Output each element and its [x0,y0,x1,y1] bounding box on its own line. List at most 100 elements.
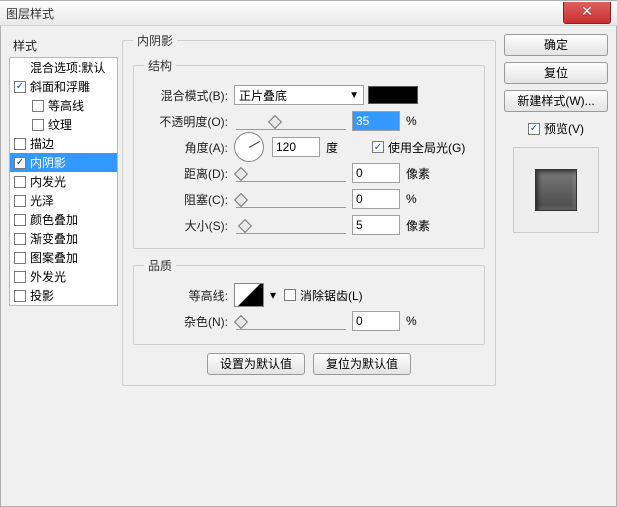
quality-group: 品质 等高线: ▾ 消除锯齿(L) 杂色(N): 0 % [133,257,485,345]
sidebar-item-label: 等高线 [48,97,84,114]
sidebar-item-8[interactable]: 颜色叠加 [10,210,117,229]
ok-button[interactable]: 确定 [504,34,608,56]
choke-label: 阻塞(C): [144,191,234,208]
sidebar-item-1[interactable]: ✓ 斜面和浮雕 [10,77,117,96]
distance-unit: 像素 [406,165,446,182]
opacity-input[interactable]: 35 [352,111,400,131]
checkbox-icon[interactable] [14,233,26,245]
slider-thumb[interactable] [234,315,248,329]
sidebar-item-10[interactable]: 图案叠加 [10,248,117,267]
checkbox-icon[interactable] [14,290,26,302]
choke-slider[interactable] [236,190,346,208]
noise-input[interactable]: 0 [352,311,400,331]
opacity-unit: % [406,114,446,128]
inner-shadow-panel: 内阴影 结构 混合模式(B): 正片叠底 ▼ 不透明度(O): 35 % [122,32,496,386]
sidebar-item-0[interactable]: 混合选项:默认 [10,58,117,77]
sidebar-item-3[interactable]: 纹理 [10,115,117,134]
checkbox-icon[interactable] [14,195,26,207]
sidebar-item-label: 混合选项:默认 [30,59,105,76]
choke-input[interactable]: 0 [352,189,400,209]
sidebar-item-label: 内阴影 [30,154,66,171]
sidebar-item-label: 内发光 [30,173,66,190]
checkbox-icon[interactable] [14,252,26,264]
angle-hand [249,141,260,148]
noise-slider[interactable] [236,312,346,330]
opacity-label: 不透明度(O): [144,113,234,130]
checkbox-icon[interactable] [32,100,44,112]
sidebar-item-label: 斜面和浮雕 [30,78,90,95]
checkbox-icon[interactable] [14,138,26,150]
close-button[interactable]: ✕ [563,2,611,24]
close-icon: ✕ [581,3,593,19]
antialias-label: 消除锯齿(L) [300,287,363,304]
panel-title: 内阴影 [133,32,177,49]
checkbox-icon[interactable] [32,119,44,131]
slider-thumb[interactable] [234,193,248,207]
global-light-label: 使用全局光(G) [388,139,465,156]
sidebar-item-11[interactable]: 外发光 [10,267,117,286]
sidebar-item-label: 描边 [30,135,54,152]
global-light-checkbox[interactable]: ✓使用全局光(G) [372,139,465,156]
distance-input[interactable]: 0 [352,163,400,183]
sidebar-item-12[interactable]: 投影 [10,286,117,305]
structure-group: 结构 混合模式(B): 正片叠底 ▼ 不透明度(O): 35 % 角 [133,57,485,249]
noise-unit: % [406,314,446,328]
sidebar-item-5[interactable]: ✓ 内阴影 [10,153,117,172]
sidebar-item-2[interactable]: 等高线 [10,96,117,115]
angle-unit: 度 [326,139,366,156]
blend-mode-value: 正片叠底 [239,87,287,104]
noise-label: 杂色(N): [144,313,234,330]
sidebar-item-label: 光泽 [30,192,54,209]
contour-picker[interactable] [234,283,264,307]
sidebar-item-label: 外发光 [30,268,66,285]
reset-button[interactable]: 复位 [504,62,608,84]
preview-box [513,147,599,233]
shadow-color-swatch[interactable] [368,86,418,104]
sidebar-item-label: 图案叠加 [30,249,78,266]
antialias-checkbox[interactable]: 消除锯齿(L) [284,287,363,304]
preview-swatch [535,169,577,211]
checkbox-icon[interactable]: ✓ [14,157,26,169]
make-default-button[interactable]: 设置为默认值 [207,353,305,375]
preview-checkbox[interactable]: ✓预览(V) [504,120,608,137]
size-input[interactable]: 5 [352,215,400,235]
angle-label: 角度(A): [144,139,234,156]
sidebar-item-label: 纹理 [48,116,72,133]
sidebar-item-4[interactable]: 描边 [10,134,117,153]
checkbox-icon[interactable] [14,176,26,188]
blend-mode-label: 混合模式(B): [144,87,234,104]
sidebar-item-label: 颜色叠加 [30,211,78,228]
slider-thumb[interactable] [268,115,282,129]
quality-legend: 品质 [144,257,176,274]
size-label: 大小(S): [144,217,234,234]
structure-legend: 结构 [144,57,176,74]
sidebar-item-label: 渐变叠加 [30,230,78,247]
reset-default-button[interactable]: 复位为默认值 [313,353,411,375]
slider-thumb[interactable] [238,219,252,233]
size-unit: 像素 [406,217,446,234]
distance-slider[interactable] [236,164,346,182]
blend-mode-combo[interactable]: 正片叠底 ▼ [234,85,364,105]
styles-sidebar: 样式 混合选项:默认 ✓ 斜面和浮雕等高线纹理描边 ✓ 内阴影内发光光泽颜色叠加渐变叠加… [1,26,118,506]
size-slider[interactable] [236,216,346,234]
sidebar-header: 样式 [9,34,118,57]
angle-dial[interactable] [234,132,264,162]
chevron-down-icon: ▼ [349,90,359,101]
preview-label: 预览(V) [544,120,584,137]
choke-unit: % [406,192,446,206]
checkbox-icon[interactable] [14,214,26,226]
sidebar-item-label: 投影 [30,287,54,304]
opacity-slider[interactable] [236,112,346,130]
slider-thumb[interactable] [234,167,248,181]
chevron-down-icon[interactable]: ▾ [268,288,278,302]
checkbox-icon[interactable]: ✓ [14,81,26,93]
contour-label: 等高线: [144,287,234,304]
angle-input[interactable]: 120 [272,137,320,157]
checkbox-icon[interactable] [14,271,26,283]
sidebar-item-9[interactable]: 渐变叠加 [10,229,117,248]
distance-label: 距离(D): [144,165,234,182]
sidebar-item-7[interactable]: 光泽 [10,191,117,210]
sidebar-item-6[interactable]: 内发光 [10,172,117,191]
window-title: 图层样式 [6,5,54,22]
new-style-button[interactable]: 新建样式(W)... [504,90,608,112]
